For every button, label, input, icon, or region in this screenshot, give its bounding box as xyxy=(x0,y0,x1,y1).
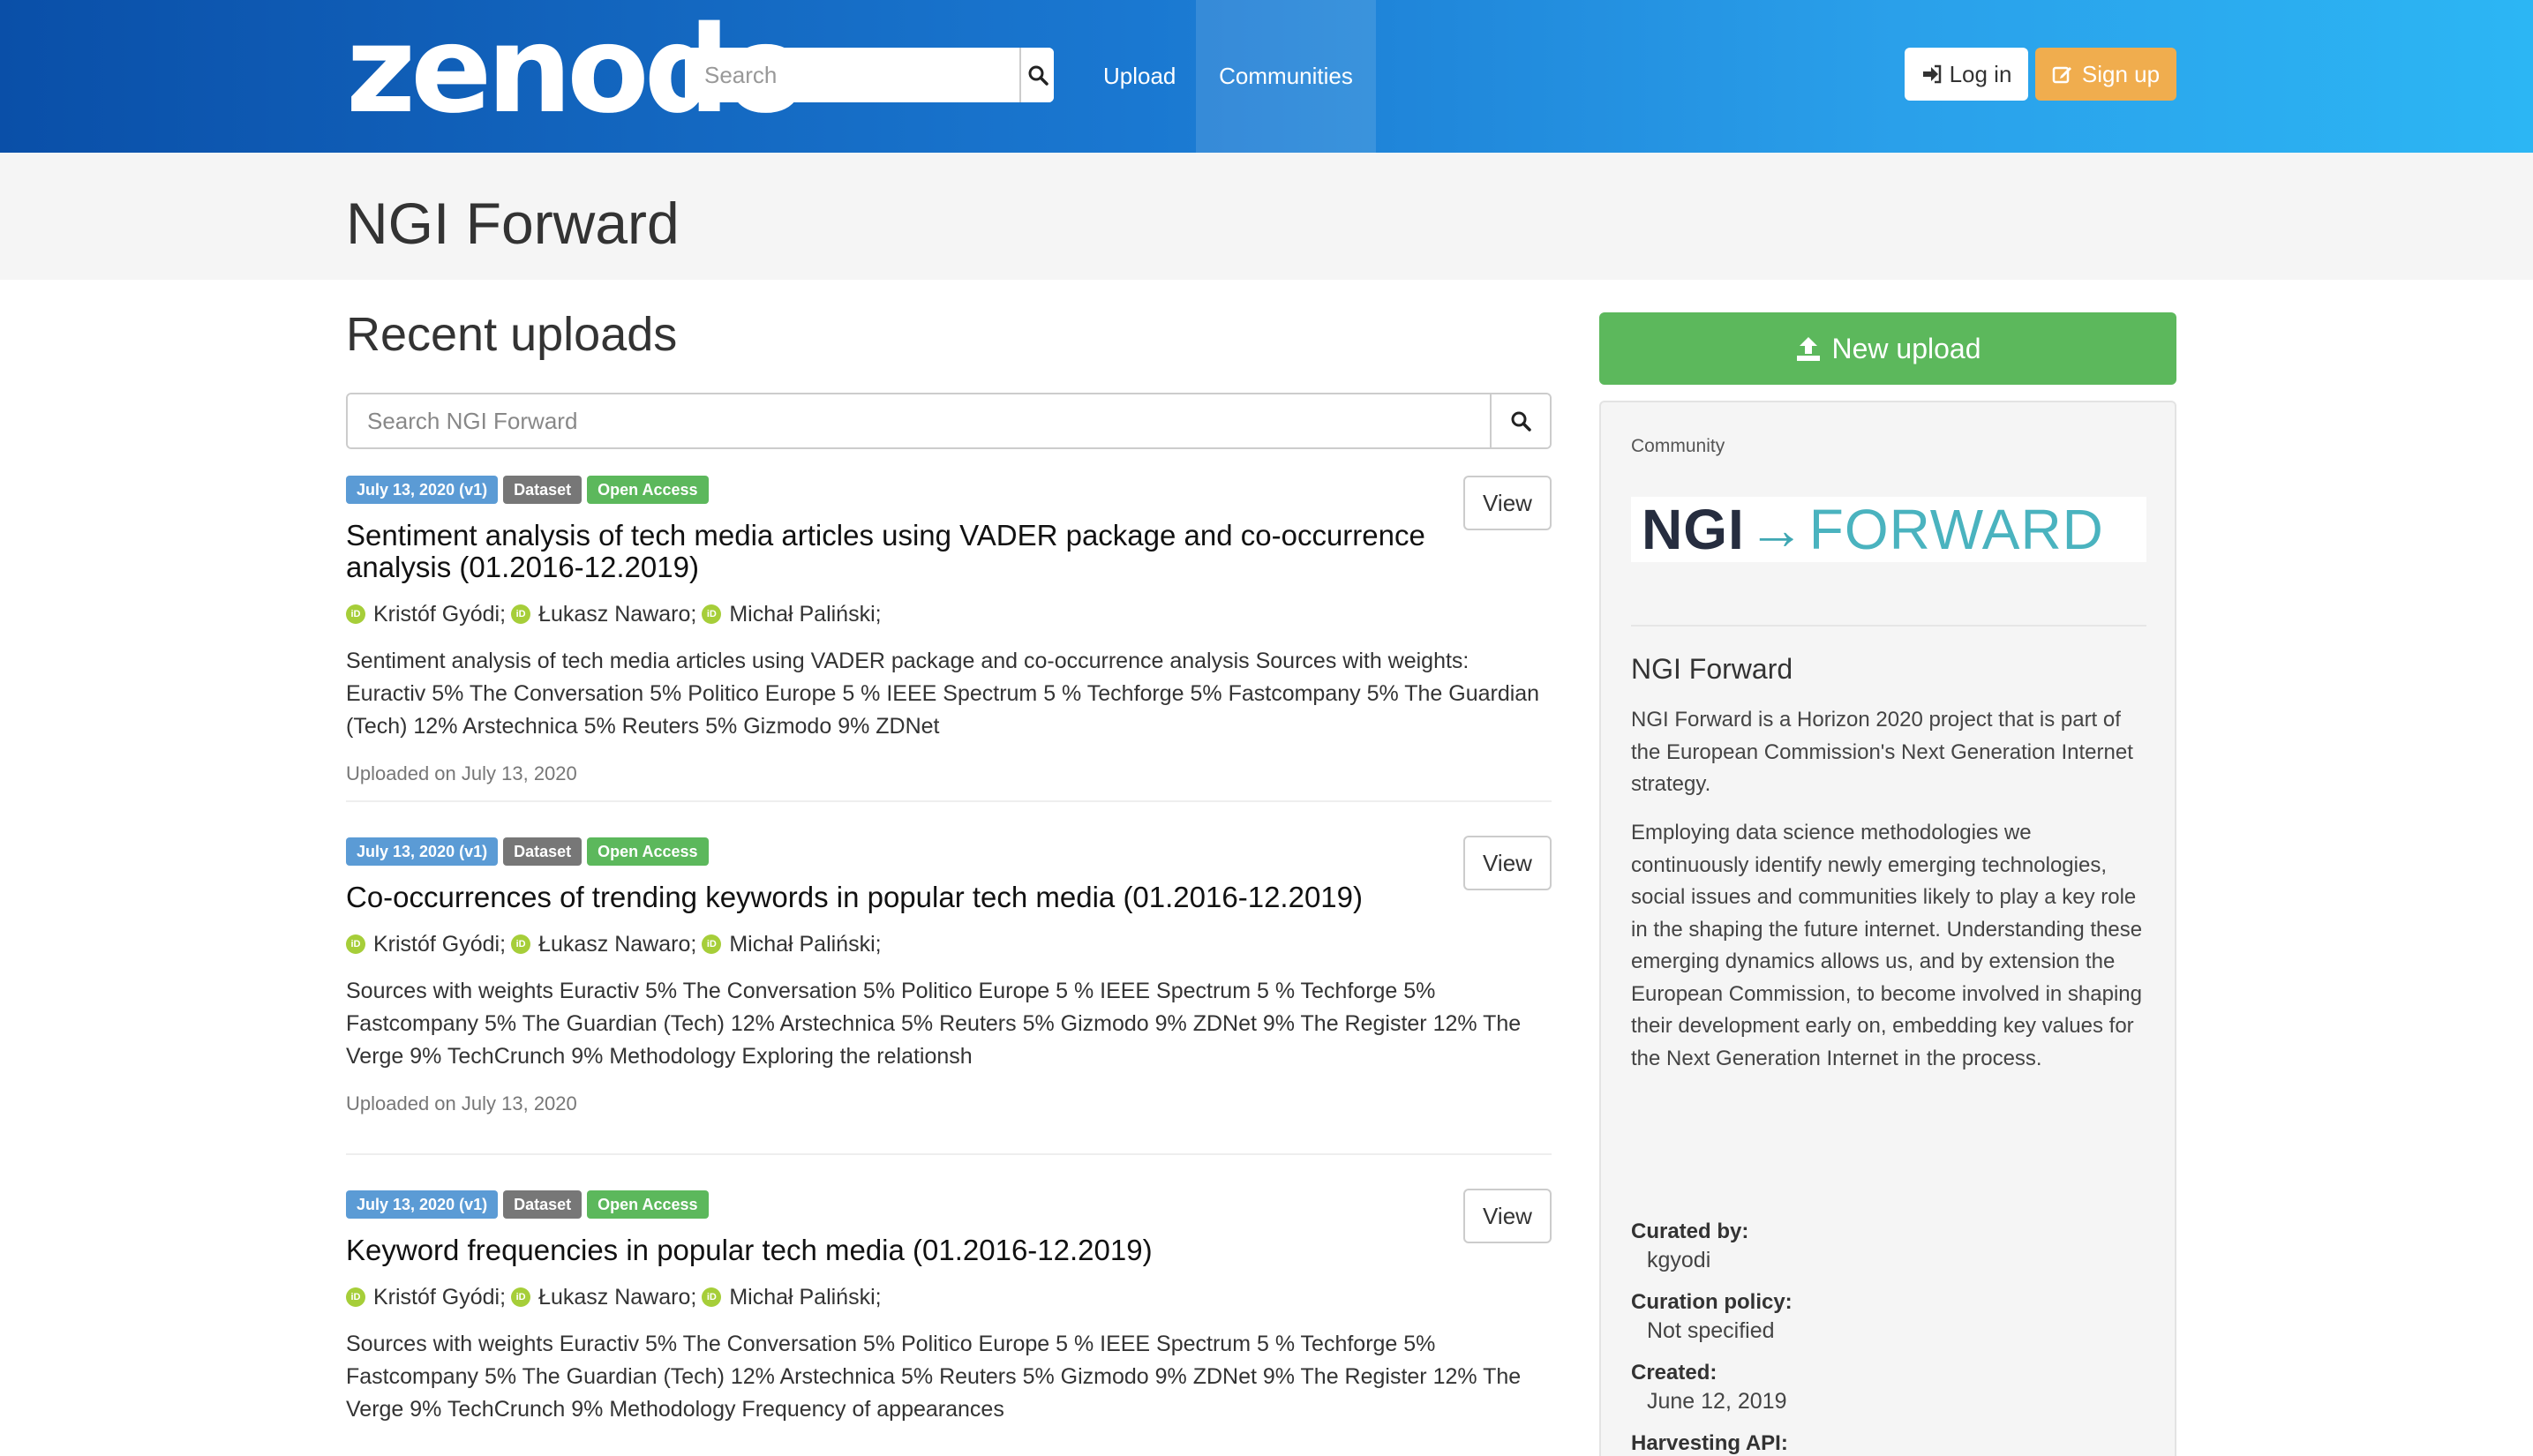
sign-in-icon xyxy=(1922,64,1941,84)
author: iD Łukasz Nawaro; xyxy=(511,929,696,959)
record-badges: July 13, 2020 (v1) Dataset Open Access xyxy=(346,1190,1552,1219)
harvesting-api-label: Harvesting API: xyxy=(1631,1431,1788,1455)
zenodo-logo[interactable]: zenodo xyxy=(346,11,807,131)
record-item: July 13, 2020 (v1) Dataset Open Access V… xyxy=(346,449,1552,802)
community-logo: NGI → FORWARD xyxy=(1631,497,2146,562)
community-description-2: Employing data science methodologies we … xyxy=(1631,821,2143,1070)
orcid-icon[interactable]: iD xyxy=(511,934,531,954)
new-upload-button[interactable]: New upload xyxy=(1599,312,2176,385)
author-name: Łukasz Nawaro; xyxy=(538,1285,697,1310)
author: iD Michał Paliński; xyxy=(702,929,882,959)
record-title[interactable]: Keyword frequencies in popular tech medi… xyxy=(346,1235,1432,1266)
community-name: NGI Forward xyxy=(1631,653,1793,685)
author-name: Michał Paliński; xyxy=(729,1285,882,1310)
page-title: NGI Forward xyxy=(346,191,680,256)
view-button[interactable]: View xyxy=(1463,476,1552,530)
curation-policy-label: Curation policy: xyxy=(1631,1290,1793,1314)
community-search-button[interactable] xyxy=(1490,394,1550,447)
record-authors: iD Kristóf Gyódi; iD Łukasz Nawaro; iD Mich… xyxy=(346,929,1552,959)
curated-by-label: Curated by: xyxy=(1631,1220,1749,1243)
author-name: Michał Paliński; xyxy=(729,602,882,627)
type-badge: Dataset xyxy=(503,837,583,866)
created-label: Created: xyxy=(1631,1361,1717,1385)
orcid-icon[interactable]: iD xyxy=(346,934,365,954)
search-icon xyxy=(1511,411,1531,432)
author: iD Kristóf Gyódi; xyxy=(346,929,506,959)
global-search xyxy=(685,48,1054,102)
author: iD Kristóf Gyódi; xyxy=(346,599,506,629)
author: iD Michał Paliński; xyxy=(702,1282,882,1312)
community-sidebar: Community NGI → FORWARD NGI Forward NGI Fo… xyxy=(1599,401,2176,1456)
record-authors: iD Kristóf Gyódi; iD Łukasz Nawaro; iD Mich… xyxy=(346,599,1552,629)
access-badge: Open Access xyxy=(587,1190,709,1219)
record-description: Sources with weights Euractiv 5% The Con… xyxy=(346,1332,1522,1422)
author-name: Kristóf Gyódi; xyxy=(373,932,507,957)
nav-communities-link[interactable]: Communities xyxy=(1196,0,1376,153)
date-badge: July 13, 2020 (v1) xyxy=(346,476,499,504)
record-upload-date: Uploaded on July 13, 2020 xyxy=(346,762,577,784)
upload-icon xyxy=(1796,337,1820,361)
author-name: Kristóf Gyódi; xyxy=(373,1285,507,1310)
author: iD Łukasz Nawaro; xyxy=(511,1282,696,1312)
view-button[interactable]: View xyxy=(1463,1189,1552,1243)
curated-by-value: kgyodi xyxy=(1647,1248,1711,1272)
community-logo-ngi: NGI xyxy=(1642,498,1745,561)
community-description-1: NGI Forward is a Horizon 2020 project th… xyxy=(1631,708,2133,796)
view-button[interactable]: View xyxy=(1463,836,1552,890)
record-title[interactable]: Co-occurrences of trending keywords in p… xyxy=(346,882,1432,913)
nav-upload-link[interactable]: Upload xyxy=(1079,0,1200,153)
author: iD Michał Paliński; xyxy=(702,599,882,629)
community-search xyxy=(346,393,1552,449)
created-value: June 12, 2019 xyxy=(1647,1389,1787,1414)
search-icon xyxy=(1028,65,1049,86)
section-title: Recent uploads xyxy=(346,308,678,361)
orcid-icon[interactable]: iD xyxy=(346,604,365,624)
orcid-icon[interactable]: iD xyxy=(511,1287,531,1307)
author: iD Łukasz Nawaro; xyxy=(511,599,696,629)
orcid-icon[interactable]: iD xyxy=(346,1287,365,1307)
signup-button[interactable]: Sign up xyxy=(2035,48,2176,101)
author-name: Kristóf Gyódi; xyxy=(373,602,507,627)
record-item: July 13, 2020 (v1) Dataset Open Access V… xyxy=(346,1155,1552,1426)
record-upload-date: Uploaded on July 13, 2020 xyxy=(346,1092,577,1115)
signup-label: Sign up xyxy=(2081,60,2161,87)
community-logo-arrow: → xyxy=(1748,498,1806,561)
curation-policy-value: Not specified xyxy=(1647,1318,1775,1343)
recent-uploads-section: Recent uploads July 13, 2020 (v1) Datase… xyxy=(346,280,1552,1426)
login-label: Log in xyxy=(1949,60,2012,87)
author-name: Michał Paliński; xyxy=(729,932,882,957)
type-badge: Dataset xyxy=(503,476,583,504)
orcid-icon[interactable]: iD xyxy=(511,604,531,624)
author: iD Kristóf Gyódi; xyxy=(346,1282,506,1312)
new-upload-label: New upload xyxy=(1831,332,1981,364)
community-logo-forward: FORWARD xyxy=(1808,498,2104,561)
orcid-icon[interactable]: iD xyxy=(702,604,722,624)
record-badges: July 13, 2020 (v1) Dataset Open Access xyxy=(346,476,1552,504)
orcid-icon[interactable]: iD xyxy=(702,934,722,954)
author-name: Łukasz Nawaro; xyxy=(538,602,697,627)
global-search-input[interactable] xyxy=(685,48,1019,102)
record-badges: July 13, 2020 (v1) Dataset Open Access xyxy=(346,837,1552,866)
login-button[interactable]: Log in xyxy=(1905,48,2028,101)
access-badge: Open Access xyxy=(587,837,709,866)
record-description: Sentiment analysis of tech media article… xyxy=(346,649,1540,739)
orcid-icon[interactable]: iD xyxy=(702,1287,722,1307)
record-authors: iD Kristóf Gyódi; iD Łukasz Nawaro; iD Mich… xyxy=(346,1282,1552,1312)
sidebar-label: Community xyxy=(1631,436,1725,456)
type-badge: Dataset xyxy=(503,1190,583,1219)
record-title[interactable]: Sentiment analysis of tech media article… xyxy=(346,520,1432,583)
community-details: Curated by: kgyodi Curation policy: Not … xyxy=(1631,1218,1793,1456)
date-badge: July 13, 2020 (v1) xyxy=(346,837,499,866)
date-badge: July 13, 2020 (v1) xyxy=(346,1190,499,1219)
community-search-input[interactable] xyxy=(348,394,1490,447)
author-name: Łukasz Nawaro; xyxy=(538,932,697,957)
navbar: zenodo Upload Communities Log in Sign up xyxy=(0,0,2533,153)
record-description: Sources with weights Euractiv 5% The Con… xyxy=(346,979,1522,1069)
edit-icon xyxy=(2052,66,2071,84)
sidebar-divider xyxy=(1631,625,2146,627)
title-band: NGI Forward xyxy=(0,153,2533,280)
access-badge: Open Access xyxy=(587,476,709,504)
global-search-button[interactable] xyxy=(1019,48,1054,102)
record-item: July 13, 2020 (v1) Dataset Open Access V… xyxy=(346,802,1552,1155)
